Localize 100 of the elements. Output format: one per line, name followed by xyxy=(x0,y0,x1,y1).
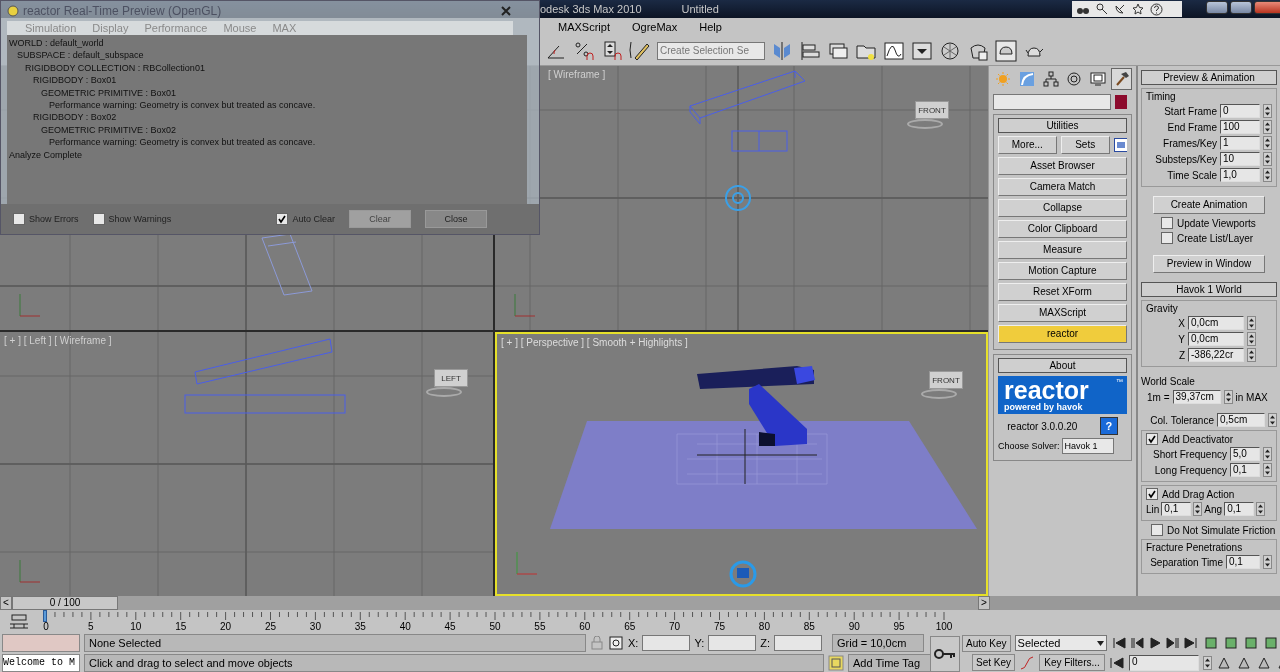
rollout-header[interactable]: Preview & Animation xyxy=(1141,70,1277,85)
log-line: GEOMETRIC PRIMITIVE : Box02 xyxy=(41,124,177,135)
menu-item[interactable]: Help xyxy=(699,21,722,33)
number-field[interactable]: 0,5cm xyxy=(1217,413,1265,427)
log-line: RIGIDBODY COLLECTION : RBCollection01 xyxy=(25,62,205,73)
frame-number: 10 xyxy=(130,621,142,632)
help-button[interactable]: ? xyxy=(1099,417,1118,435)
utility-button[interactable]: Camera Match xyxy=(998,178,1127,196)
timeline-bar[interactable]: 0 / 100 xyxy=(12,596,978,610)
field-label: Substeps/Key xyxy=(1155,153,1217,165)
utility-button[interactable]: Asset Browser xyxy=(998,157,1127,175)
log-line: RIGIDBODY : Box01 xyxy=(33,75,117,86)
viewport[interactable]: LEFT [ + ] [ Left ] [ Wireframe ] xyxy=(0,332,493,596)
view-cube[interactable]: LEFT xyxy=(434,369,468,387)
menu-item[interactable]: MAXScript xyxy=(558,21,610,33)
number-field[interactable]: 0,0cm xyxy=(1188,332,1244,346)
frame-number: 85 xyxy=(803,621,815,632)
checkbox-label: Create List/Layer xyxy=(1177,232,1254,244)
frame-number: 80 xyxy=(758,621,770,632)
frame-number: 40 xyxy=(399,621,411,632)
number-field[interactable]: -386,22cr xyxy=(1188,348,1244,362)
log-line: Analyze Complete xyxy=(9,149,83,160)
number-field[interactable]: 0 xyxy=(1220,104,1260,118)
group-title: Timing xyxy=(1146,91,1177,102)
number-field[interactable]: 0,1 xyxy=(1230,463,1260,477)
utility-button[interactable]: Motion Capture xyxy=(998,262,1127,280)
rollout-header[interactable]: Havok 1 World xyxy=(1141,282,1277,297)
number-field[interactable]: 5,0 xyxy=(1230,447,1260,461)
field-label: 1m = xyxy=(1147,391,1170,403)
unit-label: in MAX xyxy=(1235,391,1268,403)
number-field[interactable]: 39,37cm xyxy=(1172,390,1221,404)
frame-number: 15 xyxy=(175,621,187,632)
auto-key-button[interactable]: Auto Key xyxy=(962,634,1011,652)
utility-button[interactable]: Measure xyxy=(998,241,1127,259)
checkbox-label: Add Deactivator xyxy=(1162,433,1234,445)
window-title: reactor Real-Time Preview (OpenGL) xyxy=(23,4,222,18)
number-field[interactable]: 10 xyxy=(1220,152,1260,166)
field-label: X xyxy=(1178,317,1185,329)
utility-button[interactable]: Reset XForm xyxy=(998,283,1127,301)
utility-button[interactable]: Color Clipboard xyxy=(998,220,1127,238)
view-cube[interactable]: FRONT xyxy=(915,101,949,119)
group-title: Gravity xyxy=(1146,303,1179,314)
frame-number: 50 xyxy=(489,621,501,632)
frame-number: 65 xyxy=(624,621,636,632)
key-mode-dropdown[interactable]: Selected xyxy=(1014,635,1107,651)
version-text: reactor 3.0.0.20 xyxy=(1007,420,1078,432)
document-title: Untitled xyxy=(681,3,719,15)
dialog-button[interactable]: Close xyxy=(425,210,487,228)
number-field[interactable]: 0,1 xyxy=(1161,502,1192,516)
frame-number: 35 xyxy=(354,621,366,632)
selection-set-dropdown[interactable]: Create Selection Se xyxy=(657,41,765,60)
field-label: Y xyxy=(1178,333,1185,345)
frame-number: 100 xyxy=(935,621,953,632)
utility-button[interactable]: MAXScript xyxy=(998,304,1127,322)
number-field[interactable]: 0,1 xyxy=(1226,555,1260,569)
rollout-header[interactable]: About xyxy=(998,358,1127,373)
number-field[interactable]: 0,1 xyxy=(1224,502,1255,516)
preview-button[interactable]: Preview in Window xyxy=(1153,255,1265,273)
viewport[interactable]: FRONT [ + ] [ Perspective ] [ Smooth + Highlights ] xyxy=(495,332,988,596)
previous-frame-button[interactable]: < xyxy=(0,596,12,610)
set-key-button[interactable]: Set Key xyxy=(972,654,1016,671)
maxscript-listener-field[interactable]: Welcome to M xyxy=(2,653,80,672)
current-frame-field[interactable]: 0 xyxy=(1129,654,1200,671)
number-field[interactable]: 1 xyxy=(1220,136,1260,150)
more-button[interactable]: More... xyxy=(998,136,1057,154)
checkbox-label: Do Not Simulate Friction xyxy=(1167,524,1276,536)
checkbox-label: Show Errors xyxy=(29,214,79,224)
utility-button[interactable]: Collapse xyxy=(998,199,1127,217)
selection-status: None Selected xyxy=(84,634,586,652)
coordinate-label: X: xyxy=(628,637,639,649)
log-line: GEOMETRIC PRIMITIVE : Box01 xyxy=(41,87,177,98)
frame-counter[interactable]: 0 / 100 xyxy=(12,596,118,610)
solver-dropdown[interactable]: Havok 1 xyxy=(1061,438,1114,454)
sets-button[interactable]: Sets xyxy=(1060,136,1110,154)
rollout-header[interactable]: Utilities xyxy=(998,118,1127,133)
viewport[interactable]: FRONT [ Wireframe ] xyxy=(495,66,988,330)
checkbox-label: Add Drag Action xyxy=(1162,488,1235,500)
log-line: WORLD : default_world xyxy=(9,38,104,48)
field-label: Ang xyxy=(1204,503,1223,515)
utility-button[interactable]: reactor xyxy=(998,325,1127,343)
next-frame-button[interactable]: > xyxy=(978,596,990,610)
log-line: Performance warning: Geometry is convex but treated as concave. xyxy=(49,137,316,148)
frame-number: 25 xyxy=(264,621,277,632)
key-filters-button[interactable]: Key Filters... xyxy=(1039,654,1106,671)
frame-number: 95 xyxy=(893,621,905,632)
section-title: World Scale xyxy=(1141,376,1196,387)
menu-item[interactable]: OgreMax xyxy=(631,21,678,33)
frame-number: 30 xyxy=(309,621,321,632)
field-label: Short Frequency xyxy=(1153,448,1227,460)
frame-number: 0 xyxy=(43,621,49,632)
number-field[interactable]: 0,0cm xyxy=(1188,316,1244,330)
view-cube[interactable]: FRONT xyxy=(929,371,963,389)
field-label: Col. Tolerance xyxy=(1150,414,1214,426)
field-label: Start Frame xyxy=(1164,105,1217,117)
coordinate-label: Y: xyxy=(694,637,705,649)
create-animation-button[interactable]: Create Animation xyxy=(1153,196,1265,214)
frame-number: 20 xyxy=(220,621,232,632)
field-label: Lin xyxy=(1146,503,1160,515)
number-field[interactable]: 100 xyxy=(1220,120,1260,134)
number-field[interactable]: 1,0 xyxy=(1220,168,1260,182)
